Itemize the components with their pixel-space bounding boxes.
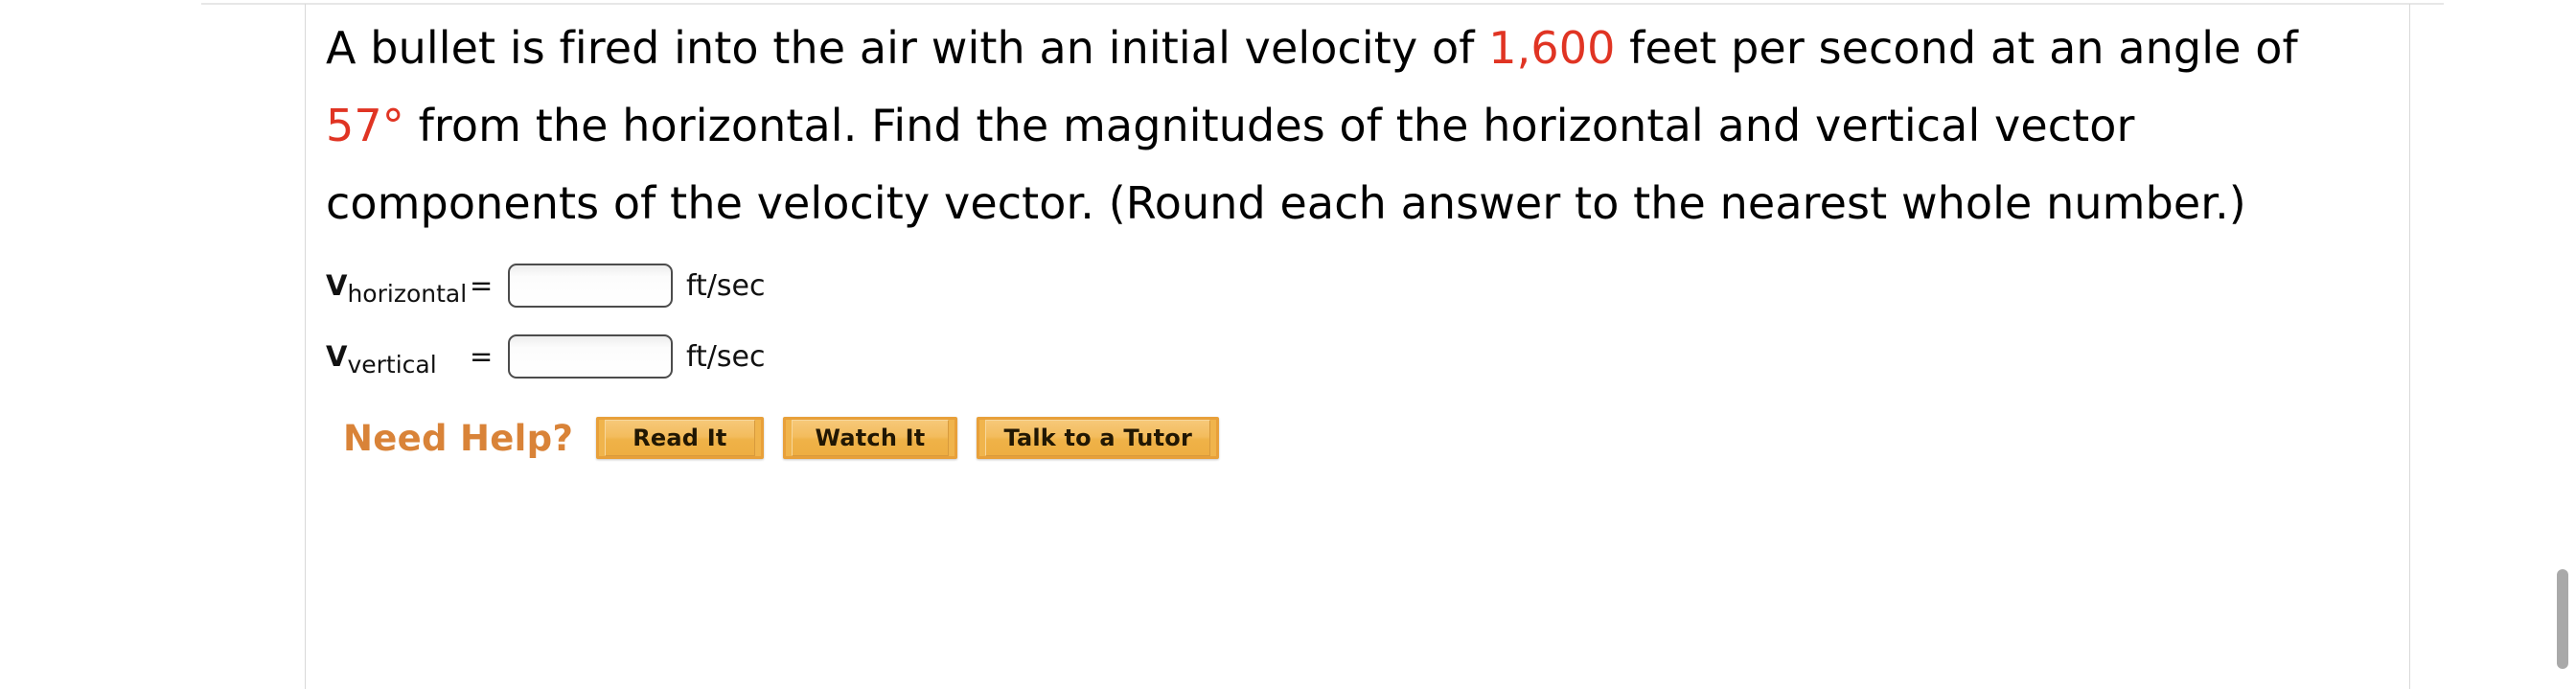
screen-root: A bullet is fired into the air with an i… bbox=[0, 0, 2576, 689]
question-pane: A bullet is fired into the air with an i… bbox=[326, 0, 2396, 459]
need-help-label: Need Help? bbox=[343, 417, 574, 459]
equals-sign-horizontal: = bbox=[470, 269, 494, 302]
vertical-scrollbar-thumb[interactable] bbox=[2557, 569, 2568, 669]
question-stem: A bullet is fired into the air with an i… bbox=[326, 0, 2372, 242]
content-pane-left-divider bbox=[305, 4, 306, 689]
read-it-button[interactable]: Read It bbox=[596, 417, 764, 459]
read-it-button-label: Read It bbox=[632, 425, 727, 451]
talk-to-a-tutor-button-label: Talk to a Tutor bbox=[1003, 425, 1192, 451]
variable-label-vertical-inner: Vvertical bbox=[326, 339, 437, 377]
stem-highlight-angle: 57° bbox=[326, 100, 404, 151]
variable-label-vertical: Vvertical bbox=[326, 339, 470, 377]
answer-fields-group: Vhorizontal = ft/sec Vvertical = ft/sec bbox=[326, 250, 2396, 392]
watch-it-button-label: Watch It bbox=[815, 425, 926, 451]
variable-label-horizontal: Vhorizontal bbox=[326, 268, 470, 306]
stem-segment-text: feet per second at an angle of bbox=[1615, 22, 2298, 74]
variable-symbol: V bbox=[326, 268, 348, 302]
variable-symbol: V bbox=[326, 339, 348, 373]
unit-label-vertical: ft/sec bbox=[686, 339, 766, 374]
answer-input-horizontal[interactable] bbox=[508, 264, 673, 308]
variable-subscript: vertical bbox=[347, 350, 437, 379]
stem-highlight-initial-velocity: 1,600 bbox=[1488, 22, 1616, 74]
talk-to-a-tutor-button[interactable]: Talk to a Tutor bbox=[977, 417, 1219, 459]
need-help-row: Need Help? Read It Watch It Talk to a Tu… bbox=[343, 417, 2396, 459]
watch-it-button-inner: Watch It bbox=[791, 420, 950, 456]
vertical-scrollbar-track[interactable] bbox=[2549, 0, 2576, 689]
answer-input-vertical[interactable] bbox=[508, 334, 673, 379]
read-it-button-inner: Read It bbox=[605, 420, 755, 456]
answer-row-horizontal: Vhorizontal = ft/sec bbox=[326, 250, 2396, 321]
talk-to-a-tutor-button-inner: Talk to a Tutor bbox=[985, 420, 1210, 456]
watch-it-button[interactable]: Watch It bbox=[782, 417, 958, 459]
answer-row-vertical: Vvertical = ft/sec bbox=[326, 321, 2396, 392]
variable-subscript: horizontal bbox=[347, 279, 468, 308]
equals-sign-vertical: = bbox=[470, 340, 494, 373]
unit-label-horizontal: ft/sec bbox=[686, 268, 766, 303]
stem-segment-text: A bullet is fired into the air with an i… bbox=[326, 22, 1489, 74]
variable-label-horizontal-inner: Vhorizontal bbox=[326, 268, 467, 306]
stem-segment-text: from the horizontal. Find the magnitudes… bbox=[326, 100, 2246, 229]
content-pane-right-divider bbox=[2409, 4, 2410, 689]
